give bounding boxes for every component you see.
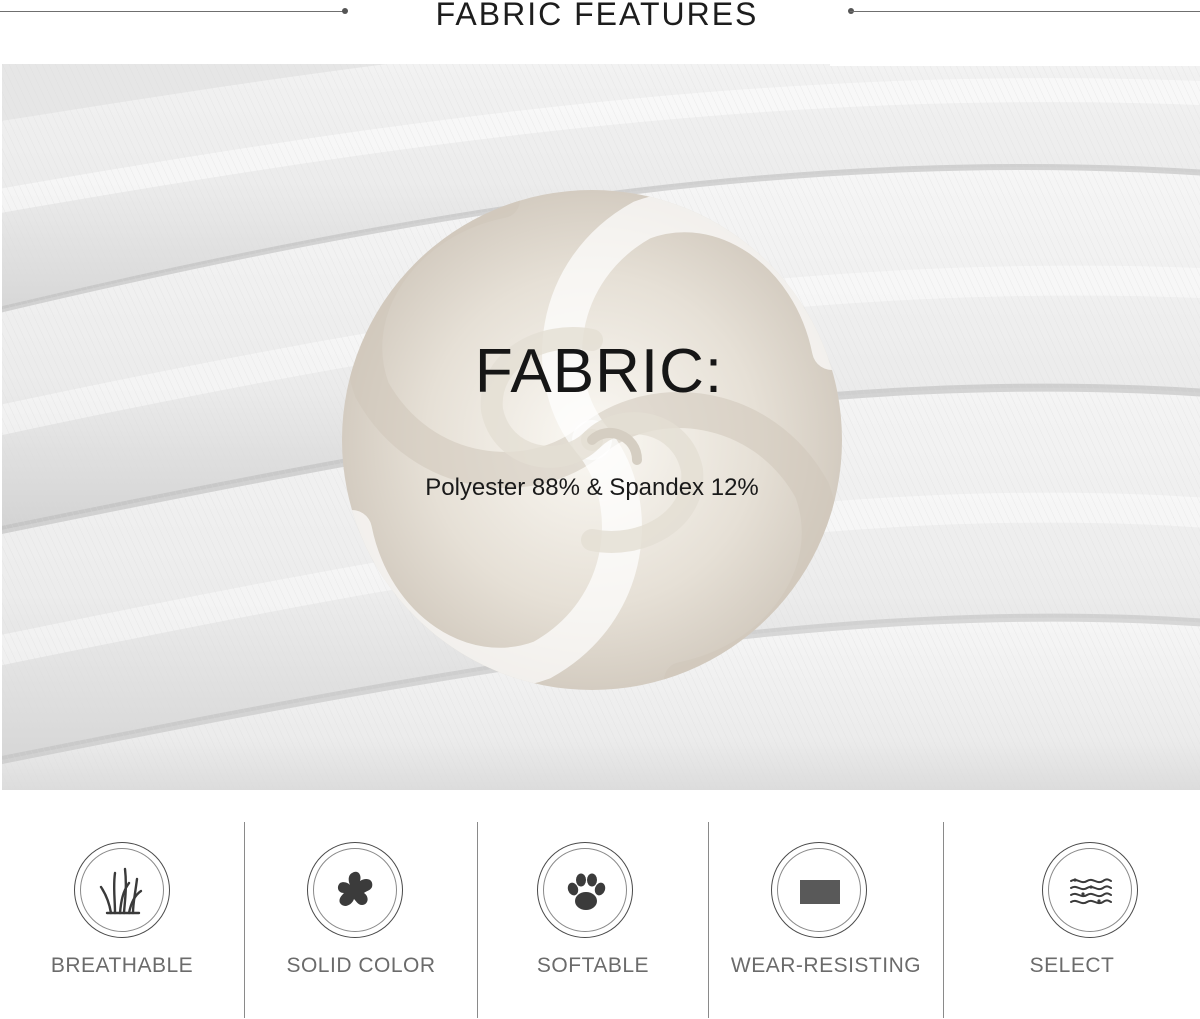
fabric-swirl-swatch	[342, 190, 842, 690]
feature-solid-color: SOLID COLOR	[245, 790, 477, 1019]
feature-label: WEAR-RESISTING	[730, 954, 922, 977]
feature-softable: SOFTABLE	[478, 790, 708, 1019]
feature-badge	[771, 842, 867, 938]
paw-print-icon	[567, 873, 606, 910]
fabric-layers-icon	[1070, 878, 1112, 905]
grass-icon	[99, 867, 143, 915]
feature-badge	[537, 842, 633, 938]
top-edge-strip	[830, 62, 1200, 66]
product-fabric-page: FABRIC FEATURES FABRIC: Polyester 88% & …	[0, 0, 1200, 1019]
fabric-heading: FABRIC:	[474, 337, 724, 406]
feature-breathable: BREATHABLE	[0, 790, 244, 1019]
feature-label: SOLID COLOR	[286, 954, 436, 977]
feature-label: BREATHABLE	[50, 954, 194, 977]
features-row: BREATHABLE SOLID COLOR SOFTABLE WEAR-RES…	[0, 790, 1200, 1019]
feature-badge	[74, 842, 170, 938]
color-splash-icon	[337, 871, 373, 906]
feature-select: SELECT	[944, 790, 1200, 1019]
header-rule-left	[0, 11, 344, 12]
feature-label: SELECT	[1029, 954, 1115, 977]
fabric-swatch-icon	[800, 880, 840, 904]
fabric-swirl-illustration	[342, 190, 842, 690]
feature-wear-resisting: WEAR-RESISTING	[709, 790, 943, 1019]
fabric-composition: Polyester 88% & Spandex 12%	[425, 474, 759, 501]
feature-badge	[1042, 842, 1138, 938]
feature-badge	[307, 842, 403, 938]
section-title: FABRIC FEATURES	[435, 0, 759, 32]
section-header: FABRIC FEATURES	[0, 0, 1200, 64]
header-rule-right	[850, 11, 1200, 12]
feature-label: SOFTABLE	[536, 954, 650, 977]
